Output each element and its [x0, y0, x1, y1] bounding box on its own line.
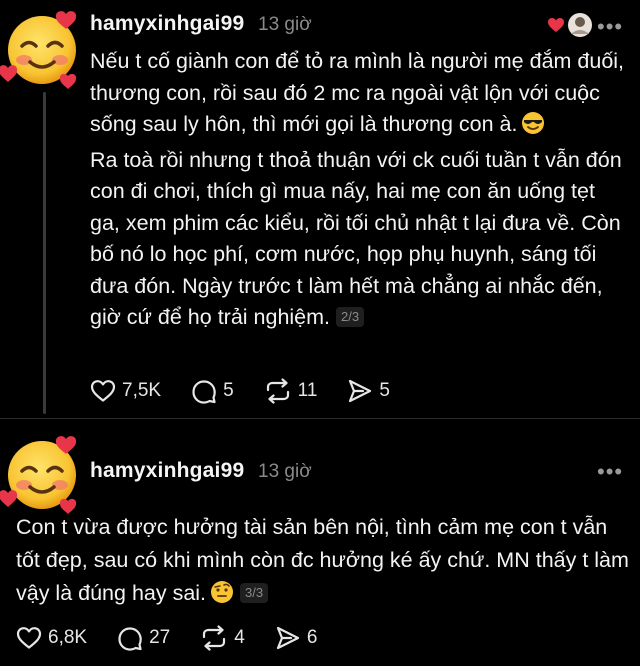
repost-arrows-icon [266, 378, 289, 404]
repost-button[interactable]: 4 [200, 625, 245, 651]
avatar[interactable] [0, 6, 80, 89]
share-count: 5 [379, 380, 390, 401]
post-actions: 7,5K 5 11 5 [90, 378, 420, 404]
reply-count: 27 [149, 627, 171, 648]
post-item: hamyxinhgai99 13 giờ ••• Con t vừa được … [0, 418, 640, 666]
post-content: Nếu t cố giành con để tỏ ra mình là ngườ… [90, 46, 630, 334]
thread-pager: 2/3 [336, 307, 365, 327]
post-content: Con t vừa được hưởng tài sản bên nội, tì… [16, 511, 630, 614]
reply-count: 5 [223, 380, 234, 401]
reactor-avatar [568, 13, 592, 37]
username[interactable]: hamyxinhgai99 [90, 459, 244, 483]
timestamp: 13 giờ [258, 14, 312, 35]
more-options-icon[interactable]: ••• [597, 14, 623, 40]
repost-button[interactable]: 11 [264, 378, 318, 404]
smiling-face-with-sunglasses-icon [521, 111, 545, 145]
timestamp: 13 giờ [258, 461, 312, 482]
heart-icon [548, 18, 564, 32]
comment-bubble-icon [192, 380, 216, 404]
like-button[interactable]: 6,8K [16, 626, 87, 650]
send-arrow-icon [349, 379, 372, 403]
thread-pager: 3/3 [240, 583, 269, 603]
reply-button[interactable]: 5 [191, 378, 234, 404]
smiling-face-with-hearts-icon [0, 436, 77, 514]
like-button[interactable]: 7,5K [90, 379, 161, 403]
post-actions: 6,8K 27 4 6 [16, 625, 347, 651]
avatar[interactable] [0, 431, 80, 514]
heart-outline-icon [90, 380, 116, 402]
face-with-raised-eyebrow-icon [210, 580, 234, 614]
smiling-face-with-hearts-icon [0, 11, 77, 89]
like-count: 6,8K [48, 627, 88, 648]
share-button[interactable]: 6 [275, 625, 318, 651]
repost-count: 11 [297, 380, 318, 401]
heart-outline-icon [16, 627, 42, 649]
send-arrow-icon [276, 626, 299, 650]
repost-arrows-icon [203, 625, 226, 651]
post-text: Con t vừa được hưởng tài sản bên nội, tì… [16, 515, 629, 605]
post-item: hamyxinhgai99 13 giờ ••• Nếu t cố giành … [0, 0, 640, 418]
post-text: Ra toà rồi nhưng t thoả thuận với ck cuố… [90, 147, 622, 330]
comment-bubble-icon [118, 627, 142, 651]
more-options-icon[interactable]: ••• [597, 459, 623, 485]
reply-button[interactable]: 27 [117, 625, 170, 651]
reactor-indicator[interactable] [547, 12, 593, 38]
repost-count: 4 [234, 627, 245, 648]
like-count: 7,5K [122, 380, 162, 401]
username[interactable]: hamyxinhgai99 [90, 12, 244, 36]
share-button[interactable]: 5 [347, 378, 390, 404]
thread-line [43, 92, 46, 414]
share-count: 6 [306, 627, 318, 648]
